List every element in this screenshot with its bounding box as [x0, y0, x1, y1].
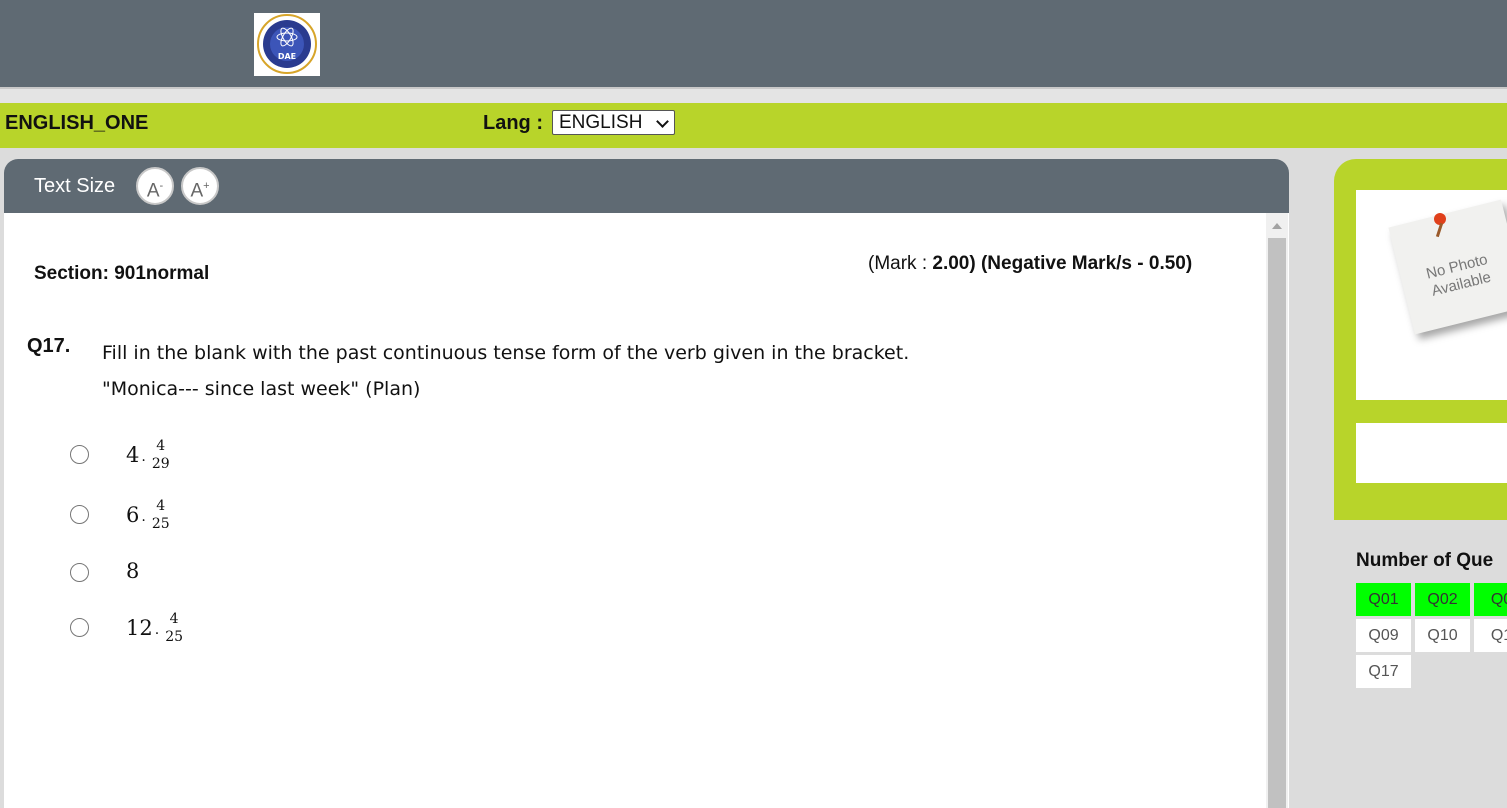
- candidate-name-box: [1356, 423, 1507, 483]
- question-text: Fill in the blank with the past continuo…: [102, 342, 910, 400]
- no-photo-note: No Photo Available: [1388, 199, 1507, 335]
- logo-text: DAE: [278, 52, 296, 61]
- language-select-value: ENGLISH: [559, 112, 643, 133]
- exam-name: ENGLISH_ONE: [5, 112, 149, 134]
- increase-text-size-button[interactable]: A+: [181, 167, 219, 205]
- question-button-q01[interactable]: Q01: [1356, 583, 1411, 616]
- question-number: Q17.: [27, 335, 71, 357]
- question-button-q0[interactable]: Q0: [1474, 583, 1507, 616]
- question-button-q17[interactable]: Q17: [1356, 655, 1411, 688]
- header-divider: [0, 87, 1507, 103]
- option-radio[interactable]: [70, 445, 89, 464]
- question-button-q10[interactable]: Q10: [1415, 619, 1470, 652]
- option-3[interactable]: 8: [70, 557, 470, 597]
- question-button-q09[interactable]: Q09: [1356, 619, 1411, 652]
- dae-logo: DAE: [254, 13, 320, 76]
- option-2[interactable]: 6. 4 25: [70, 499, 470, 539]
- candidate-photo: No Photo Available: [1356, 190, 1507, 400]
- option-4[interactable]: 12. 4 25: [70, 612, 470, 652]
- marks-info: (Mark : 2.00) (Negative Mark/s - 0.50): [868, 253, 1193, 274]
- language-select[interactable]: ENGLISH: [552, 110, 675, 135]
- question-panel-header: Text Size A- A+: [4, 159, 1289, 213]
- decrease-text-size-button[interactable]: A-: [136, 167, 174, 205]
- option-radio[interactable]: [70, 505, 89, 524]
- text-size-label: Text Size: [34, 175, 116, 197]
- scroll-thumb[interactable]: [1268, 238, 1286, 808]
- question-palette-title: Number of Que: [1356, 550, 1494, 571]
- exam-info-bar: [0, 103, 1507, 148]
- question-button-q1[interactable]: Q1: [1474, 619, 1507, 652]
- chevron-down-icon: [656, 115, 669, 128]
- section-title: Section: 901normal: [34, 263, 210, 284]
- scroll-up-arrow-icon[interactable]: [1272, 223, 1282, 229]
- top-header: [0, 0, 1507, 87]
- question-scrollbar[interactable]: [1266, 213, 1288, 808]
- option-radio[interactable]: [70, 563, 89, 582]
- question-button-q02[interactable]: Q02: [1415, 583, 1470, 616]
- option-1[interactable]: 4. 4 29: [70, 439, 470, 479]
- option-radio[interactable]: [70, 618, 89, 637]
- question-panel: Text Size A- A+ Section: 901normal (Mark…: [4, 159, 1289, 808]
- language-label: Lang :: [483, 112, 543, 134]
